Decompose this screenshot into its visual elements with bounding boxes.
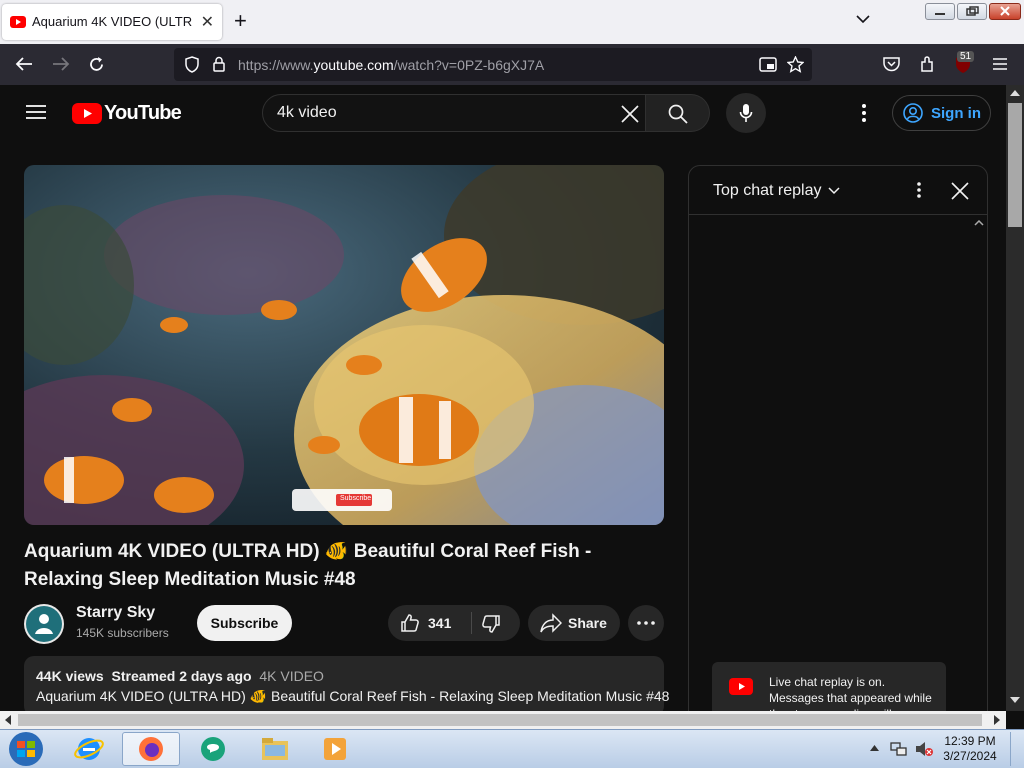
internet-explorer-taskbar-icon[interactable] xyxy=(60,732,118,766)
url-host: youtube.com xyxy=(313,57,394,73)
url-text[interactable]: https://www.youtube.com/watch?v=0PZ-b6gX… xyxy=(238,57,544,73)
window-minimize-button[interactable] xyxy=(925,3,955,20)
share-button[interactable]: Share xyxy=(528,605,620,641)
youtube-favicon-icon xyxy=(10,16,26,28)
chat-title: Top chat replay xyxy=(713,182,822,199)
video-player[interactable]: Subscribe xyxy=(24,165,664,525)
youtube-logo-icon[interactable] xyxy=(72,103,102,124)
url-prefix: https://www. xyxy=(238,57,314,73)
window-close-button[interactable] xyxy=(989,3,1021,20)
chevron-down-icon[interactable] xyxy=(828,187,840,195)
horizontal-scroll-thumb[interactable] xyxy=(18,714,982,726)
share-arrow-icon xyxy=(540,613,562,633)
more-actions-button[interactable] xyxy=(628,605,664,641)
share-label: Share xyxy=(568,615,607,631)
browser-tab-strip: Aquarium 4K VIDEO (ULTRA HD) 🐠 Beautiful… xyxy=(0,0,1024,44)
close-chat-icon[interactable] xyxy=(951,182,969,200)
clock-date: 3/27/2024 xyxy=(943,749,997,763)
back-arrow-icon[interactable] xyxy=(15,56,33,72)
tracking-protection-shield-icon[interactable] xyxy=(184,56,200,73)
messaging-app-taskbar-icon[interactable] xyxy=(184,732,242,766)
window-restore-button[interactable] xyxy=(957,3,987,20)
voice-search-button[interactable] xyxy=(726,93,766,133)
windows-taskbar: 12:39 PM 3/27/2024 xyxy=(0,729,1024,768)
description-box[interactable]: 44K views Streamed 2 days ago 4K VIDEO A… xyxy=(24,656,670,716)
video-title: Aquarium 4K VIDEO (ULTRA HD) 🐠 Beautiful… xyxy=(24,541,592,590)
firefox-taskbar-icon[interactable] xyxy=(122,732,180,766)
scroll-right-arrow-icon[interactable] xyxy=(994,715,1001,725)
live-chat-panel: Top chat replay xyxy=(688,165,988,725)
start-button-icon[interactable] xyxy=(6,731,46,767)
dislike-thumb-down-icon[interactable] xyxy=(481,614,501,634)
view-count: 44K views xyxy=(36,668,104,684)
pocket-icon[interactable] xyxy=(883,56,900,72)
description-meta: 44K views Streamed 2 days ago 4K VIDEO xyxy=(36,668,652,684)
tab-title: Aquarium 4K VIDEO (ULTRA HD) 🐠 Beautiful… xyxy=(32,14,192,29)
reload-icon[interactable] xyxy=(88,56,105,73)
video-tag[interactable]: 4K VIDEO xyxy=(259,668,324,684)
scroll-left-arrow-icon[interactable] xyxy=(4,715,11,725)
sign-in-label: Sign in xyxy=(931,104,981,122)
search-icon xyxy=(668,104,688,124)
streamed-date: Streamed 2 days ago xyxy=(111,668,252,684)
picture-in-picture-icon[interactable] xyxy=(759,57,777,73)
search-input[interactable] xyxy=(277,95,597,131)
url-path: /watch?v=0PZ-b6gXJ7A xyxy=(393,57,545,73)
more-horizontal-icon xyxy=(637,621,655,625)
show-hidden-icons-icon[interactable] xyxy=(870,745,879,751)
youtube-logo-icon xyxy=(729,678,753,695)
padlock-icon[interactable] xyxy=(212,56,226,73)
tab-close-icon[interactable]: ✕ xyxy=(201,12,214,32)
youtube-logo-text[interactable]: YouTube xyxy=(104,102,182,125)
list-all-tabs-icon[interactable] xyxy=(856,14,870,24)
settings-more-icon[interactable] xyxy=(862,104,866,122)
sign-in-button[interactable]: Sign in xyxy=(892,95,991,131)
like-divider xyxy=(471,612,472,634)
show-desktop-button[interactable] xyxy=(1010,732,1022,766)
channel-avatar[interactable] xyxy=(24,604,64,644)
description-text: Aquarium 4K VIDEO (ULTRA HD) 🐠 Beautiful… xyxy=(36,688,670,704)
system-clock[interactable]: 12:39 PM 3/27/2024 xyxy=(940,734,1000,764)
microphone-icon xyxy=(739,103,753,123)
volume-muted-tray-icon[interactable] xyxy=(914,740,934,758)
app-menu-icon[interactable] xyxy=(992,57,1008,71)
bookmark-star-icon[interactable] xyxy=(787,56,804,73)
browser-navigation-bar: https://www.youtube.com/watch?v=0PZ-b6gX… xyxy=(0,44,1024,85)
chat-more-icon[interactable] xyxy=(917,182,921,198)
video-overlay-subscribe-label: Subscribe xyxy=(340,495,372,502)
network-tray-icon[interactable] xyxy=(890,740,908,758)
like-thumb-up-icon[interactable] xyxy=(400,613,420,633)
chat-header: Top chat replay xyxy=(689,166,987,215)
new-tab-button[interactable]: + xyxy=(234,10,247,32)
guide-menu-icon[interactable] xyxy=(26,104,46,120)
scroll-up-arrow-icon[interactable] xyxy=(1010,89,1020,96)
clock-time: 12:39 PM xyxy=(944,734,996,748)
subscribe-button[interactable]: Subscribe xyxy=(197,605,292,641)
address-bar[interactable]: https://www.youtube.com/watch?v=0PZ-b6gX… xyxy=(174,48,812,81)
search-button[interactable] xyxy=(646,94,710,132)
account-circle-icon xyxy=(903,103,923,123)
vertical-scroll-thumb[interactable] xyxy=(1008,103,1022,227)
like-count[interactable]: 341 xyxy=(428,615,451,631)
video-frame-image xyxy=(24,165,664,525)
search-box[interactable] xyxy=(262,94,646,132)
chat-mode-dropdown[interactable]: Top chat replay xyxy=(713,182,822,200)
channel-name[interactable]: Starry Sky xyxy=(76,604,155,622)
clear-search-icon[interactable] xyxy=(621,105,639,123)
forward-arrow-icon[interactable] xyxy=(52,56,70,72)
file-explorer-taskbar-icon[interactable] xyxy=(246,732,304,766)
extension-badge: 51 xyxy=(957,51,975,62)
chat-scroll-up-icon[interactable] xyxy=(974,220,984,226)
like-dislike-group: 341 xyxy=(388,605,520,641)
browser-tab[interactable]: Aquarium 4K VIDEO (ULTRA HD) 🐠 Beautiful… xyxy=(2,4,222,40)
subscriber-count: 145K subscribers xyxy=(76,626,169,640)
scroll-down-arrow-icon[interactable] xyxy=(1010,697,1020,704)
extensions-icon[interactable] xyxy=(919,56,936,73)
media-player-taskbar-icon[interactable] xyxy=(306,732,364,766)
